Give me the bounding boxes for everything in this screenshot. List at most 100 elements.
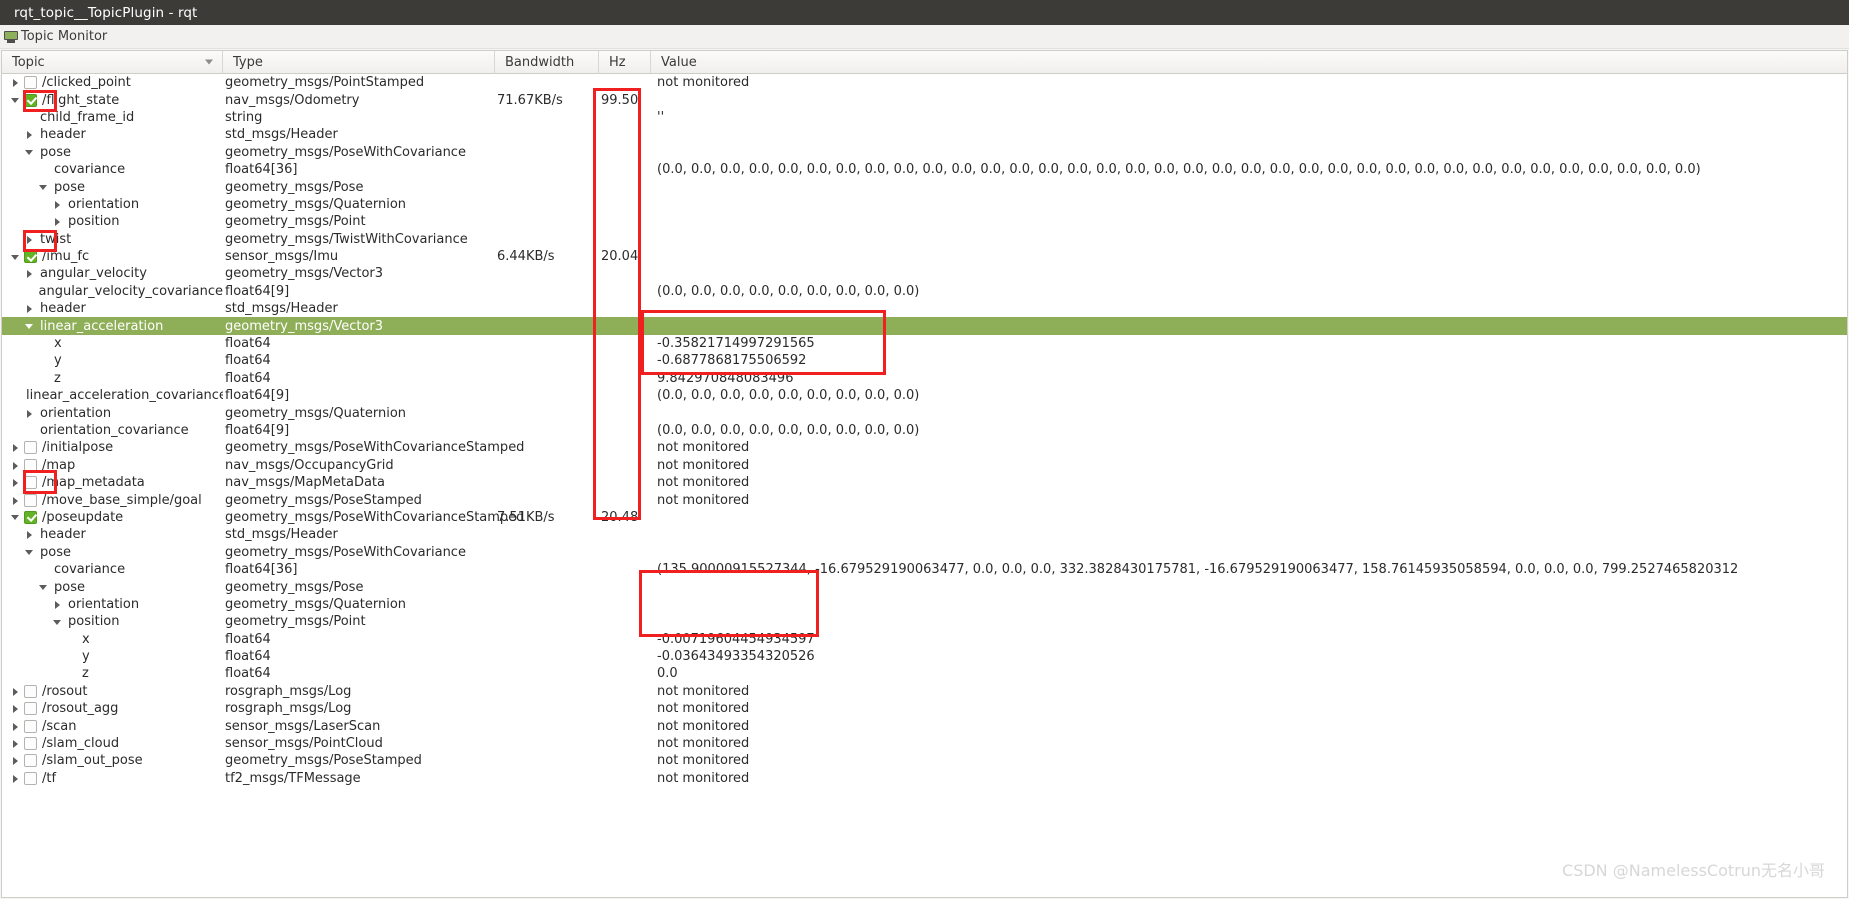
table-row[interactable]: x float64 -0.00719604454934597	[2, 631, 1847, 648]
chevron-down-icon[interactable]	[10, 95, 21, 106]
table-row[interactable]: linear_acceleration_covariance float64[9]…	[2, 387, 1847, 404]
table-row[interactable]: position geometry_msgs/Point	[2, 213, 1847, 230]
chevron-right-icon[interactable]	[24, 529, 35, 540]
column-header-value[interactable]: Value	[651, 51, 1847, 73]
table-row[interactable]: y float64 -0.03643493354320526	[2, 648, 1847, 665]
table-row[interactable]: /rosout_agg rosgraph_msgs/Log not monitore…	[2, 700, 1847, 717]
table-row[interactable]: linear_acceleration geometry_msgs/Vector3	[2, 317, 1847, 335]
topic-checkbox[interactable]	[24, 441, 37, 455]
table-row[interactable]: position geometry_msgs/Point	[2, 613, 1847, 630]
chevron-right-icon[interactable]	[24, 408, 35, 419]
topic-checkbox[interactable]	[24, 250, 37, 264]
chevron-down-icon[interactable]	[24, 147, 35, 158]
chevron-right-icon[interactable]	[10, 77, 21, 88]
cell-type: geometry_msgs/PoseWithCovarianceStamped	[225, 509, 525, 525]
topic-checkbox[interactable]	[24, 476, 37, 490]
table-row[interactable]: /imu_fc sensor_msgs/Imu 6.44KB/s 20.04	[2, 248, 1847, 265]
column-header-hz[interactable]: Hz	[599, 51, 651, 73]
table-row[interactable]: z float64 9.842970848083496	[2, 370, 1847, 387]
chevron-right-icon[interactable]	[52, 199, 63, 210]
cell-topic: x	[2, 335, 223, 352]
chevron-right-icon[interactable]	[10, 773, 21, 784]
chevron-right-icon[interactable]	[10, 460, 21, 471]
chevron-down-icon[interactable]	[10, 512, 21, 523]
topic-checkbox[interactable]	[24, 93, 37, 107]
table-row[interactable]: child_frame_id string ''	[2, 109, 1847, 126]
chevron-right-icon[interactable]	[24, 303, 35, 314]
topic-checkbox[interactable]	[24, 702, 37, 716]
table-row[interactable]: header std_msgs/Header	[2, 126, 1847, 143]
table-row[interactable]: /map nav_msgs/OccupancyGrid not monitored	[2, 457, 1847, 474]
table-row[interactable]: /initialpose geometry_msgs/PoseWithCovari…	[2, 439, 1847, 456]
column-header-type[interactable]: Type	[223, 51, 495, 73]
table-row[interactable]: /slam_cloud sensor_msgs/PointCloud not mon…	[2, 735, 1847, 752]
chevron-down-icon[interactable]	[10, 251, 21, 262]
table-row[interactable]: z float64 0.0	[2, 665, 1847, 682]
table-row[interactable]: /clicked_point geometry_msgs/PointStamped…	[2, 74, 1847, 91]
table-row[interactable]: orientation geometry_msgs/Quaternion	[2, 596, 1847, 613]
spacer-icon	[38, 355, 49, 366]
topic-checkbox[interactable]	[24, 684, 37, 698]
topic-checkbox[interactable]	[24, 754, 37, 768]
table-row[interactable]: orientation geometry_msgs/Quaternion	[2, 196, 1847, 213]
chevron-right-icon[interactable]	[24, 129, 35, 140]
chevron-down-icon[interactable]	[38, 182, 49, 193]
table-row[interactable]: /map_metadata nav_msgs/MapMetaData not mon…	[2, 474, 1847, 491]
table-row[interactable]: pose geometry_msgs/Pose	[2, 578, 1847, 595]
chevron-right-icon[interactable]	[52, 216, 63, 227]
table-row[interactable]: pose geometry_msgs/PoseWithCovariance	[2, 544, 1847, 561]
chevron-down-icon[interactable]	[24, 321, 35, 332]
table-row[interactable]: orientation geometry_msgs/Quaternion	[2, 404, 1847, 421]
table-row[interactable]: y float64 -0.6877868175506592	[2, 352, 1847, 369]
table-row[interactable]: angular_velocity_covariance float64[9] (0.…	[2, 283, 1847, 300]
table-row[interactable]: pose geometry_msgs/Pose	[2, 178, 1847, 195]
topic-checkbox[interactable]	[24, 458, 37, 472]
table-row[interactable]: /rosout rosgraph_msgs/Log not monitored	[2, 683, 1847, 700]
table-row[interactable]: covariance float64[36] (0.0, 0.0, 0.0, 0.0…	[2, 161, 1847, 178]
table-row[interactable]: /flight_state nav_msgs/Odometry 71.67KB/s 9…	[2, 91, 1847, 108]
topic-name: angular_velocity_covariance	[38, 283, 224, 299]
table-row[interactable]: header std_msgs/Header	[2, 300, 1847, 317]
chevron-down-icon[interactable]	[38, 582, 49, 593]
cell-value: not monitored	[657, 701, 750, 717]
topic-checkbox[interactable]	[24, 76, 37, 90]
topic-checkbox[interactable]	[24, 771, 37, 785]
table-row[interactable]: /slam_out_pose geometry_msgs/PoseStamped n…	[2, 752, 1847, 769]
table-row[interactable]: covariance float64[36] (135.90000915527344…	[2, 561, 1847, 578]
table-row[interactable]: angular_velocity geometry_msgs/Vector3	[2, 265, 1847, 282]
topic-name: pose	[54, 579, 85, 595]
chevron-right-icon[interactable]	[10, 721, 21, 732]
topic-checkbox[interactable]	[24, 510, 37, 524]
topic-name: /poseupdate	[42, 509, 124, 525]
table-row[interactable]: orientation_covariance float64[9] (0.0, 0.…	[2, 422, 1847, 439]
table-row[interactable]: /scan sensor_msgs/LaserScan not monitored	[2, 717, 1847, 734]
chevron-right-icon[interactable]	[24, 268, 35, 279]
table-row[interactable]: /move_base_simple/goal geometry_msgs/Pose…	[2, 491, 1847, 508]
chevron-down-icon[interactable]	[24, 547, 35, 558]
chevron-right-icon[interactable]	[10, 755, 21, 766]
cell-topic: /move_base_simple/goal	[2, 492, 223, 509]
cell-type: geometry_msgs/PoseWithCovariance	[225, 144, 466, 160]
chevron-right-icon[interactable]	[52, 599, 63, 610]
table-row[interactable]: twist geometry_msgs/TwistWithCovariance	[2, 231, 1847, 248]
cell-type: geometry_msgs/TwistWithCovariance	[225, 231, 468, 247]
cell-type: float64[36]	[225, 162, 298, 178]
column-header-topic[interactable]: Topic	[2, 51, 223, 73]
table-row[interactable]: /tf tf2_msgs/TFMessage not monitored	[2, 770, 1847, 787]
topic-checkbox[interactable]	[24, 493, 37, 507]
chevron-right-icon[interactable]	[24, 234, 35, 245]
chevron-right-icon[interactable]	[10, 686, 21, 697]
table-row[interactable]: /poseupdate geometry_msgs/PoseWithCovaria…	[2, 509, 1847, 526]
chevron-right-icon[interactable]	[10, 495, 21, 506]
chevron-right-icon[interactable]	[10, 477, 21, 488]
column-header-bandwidth[interactable]: Bandwidth	[495, 51, 599, 73]
topic-checkbox[interactable]	[24, 719, 37, 733]
table-row[interactable]: pose geometry_msgs/PoseWithCovariance	[2, 144, 1847, 161]
table-row[interactable]: header std_msgs/Header	[2, 526, 1847, 543]
topic-checkbox[interactable]	[24, 737, 37, 751]
chevron-right-icon[interactable]	[10, 442, 21, 453]
chevron-right-icon[interactable]	[10, 738, 21, 749]
table-row[interactable]: x float64 -0.35821714997291565	[2, 335, 1847, 352]
chevron-right-icon[interactable]	[10, 703, 21, 714]
chevron-down-icon[interactable]	[52, 616, 63, 627]
